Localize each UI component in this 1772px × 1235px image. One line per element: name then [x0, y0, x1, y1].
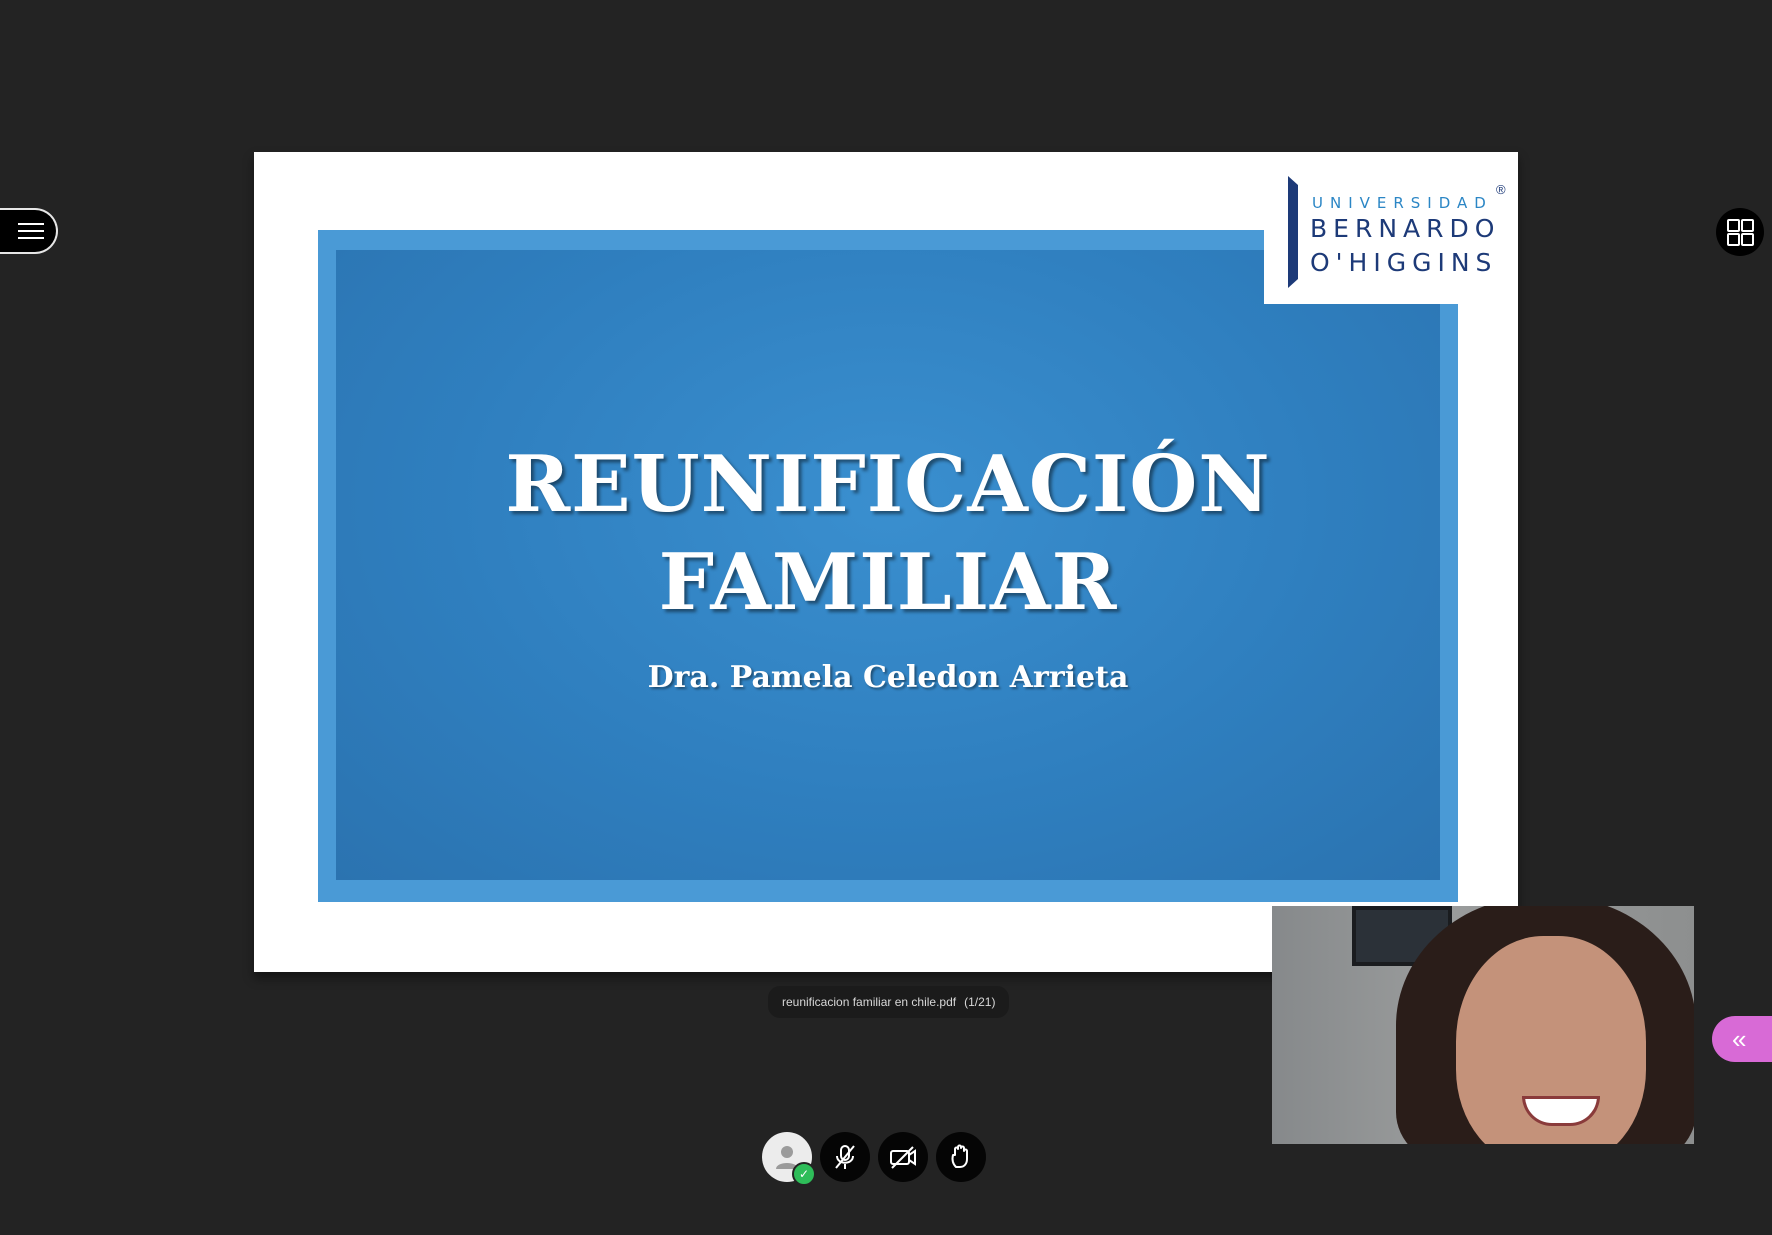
raise-hand-button[interactable]: [936, 1132, 986, 1182]
camera-off-icon: [890, 1146, 916, 1169]
logo-line3: O'HIGGINS: [1310, 248, 1498, 277]
check-icon: ✓: [792, 1162, 816, 1186]
grid-icon-cell: [1727, 233, 1740, 246]
hamburger-icon: [18, 223, 44, 225]
grid-icon-cell: [1741, 233, 1754, 246]
webcam-video[interactable]: [1272, 906, 1694, 1144]
slide-panel: REUNIFICACIÓN FAMILIAR Dra. Pamela Celed…: [336, 250, 1440, 880]
slide-title-line1: REUNIFICACIÓN: [505, 439, 1271, 530]
meeting-app: REUNIFICACIÓN FAMILIAR Dra. Pamela Celed…: [0, 0, 1772, 1235]
menu-button[interactable]: [0, 208, 58, 254]
raise-hand-icon: [951, 1144, 968, 1168]
microphone-toggle-button[interactable]: [820, 1132, 870, 1182]
registered-mark: ®: [1496, 182, 1506, 197]
presentation-file-caption: reunificacion familiar en chile.pdf (1/21…: [768, 986, 1010, 1018]
camera-toggle-button[interactable]: [878, 1132, 928, 1182]
presentation-slide: REUNIFICACIÓN FAMILIAR Dra. Pamela Celed…: [254, 152, 1518, 972]
logo-line1: UNIVERSIDAD: [1312, 194, 1493, 212]
slide-subtitle: Dra. Pamela Celedon Arrieta: [647, 660, 1129, 695]
grid-icon-cell: [1727, 219, 1740, 232]
user-status-button[interactable]: ✓: [762, 1132, 816, 1186]
slide-title-line2: FAMILIAR: [658, 537, 1118, 628]
page-indicator: (1/21): [964, 995, 996, 1009]
university-logo: UNIVERSIDAD BERNARDO O'HIGGINS ®: [1264, 154, 1518, 304]
logo-line2: BERNARDO: [1310, 214, 1501, 243]
presentation-filename: reunificacion familiar en chile.pdf: [782, 995, 957, 1009]
microphone-muted-icon: [835, 1145, 855, 1169]
chevron-double-left-icon: «: [1732, 1024, 1747, 1054]
layout-grid-button[interactable]: [1716, 208, 1764, 256]
logo-bar: [1288, 176, 1298, 288]
side-panel-toggle[interactable]: «: [1712, 1016, 1772, 1062]
slide-title: REUNIFICACIÓN FAMILIAR: [336, 436, 1440, 632]
grid-icon-cell: [1741, 219, 1754, 232]
slide-frame: REUNIFICACIÓN FAMILIAR Dra. Pamela Celed…: [318, 230, 1458, 902]
hamburger-icon-bar: [18, 237, 44, 239]
hamburger-icon-bar: [18, 230, 44, 232]
